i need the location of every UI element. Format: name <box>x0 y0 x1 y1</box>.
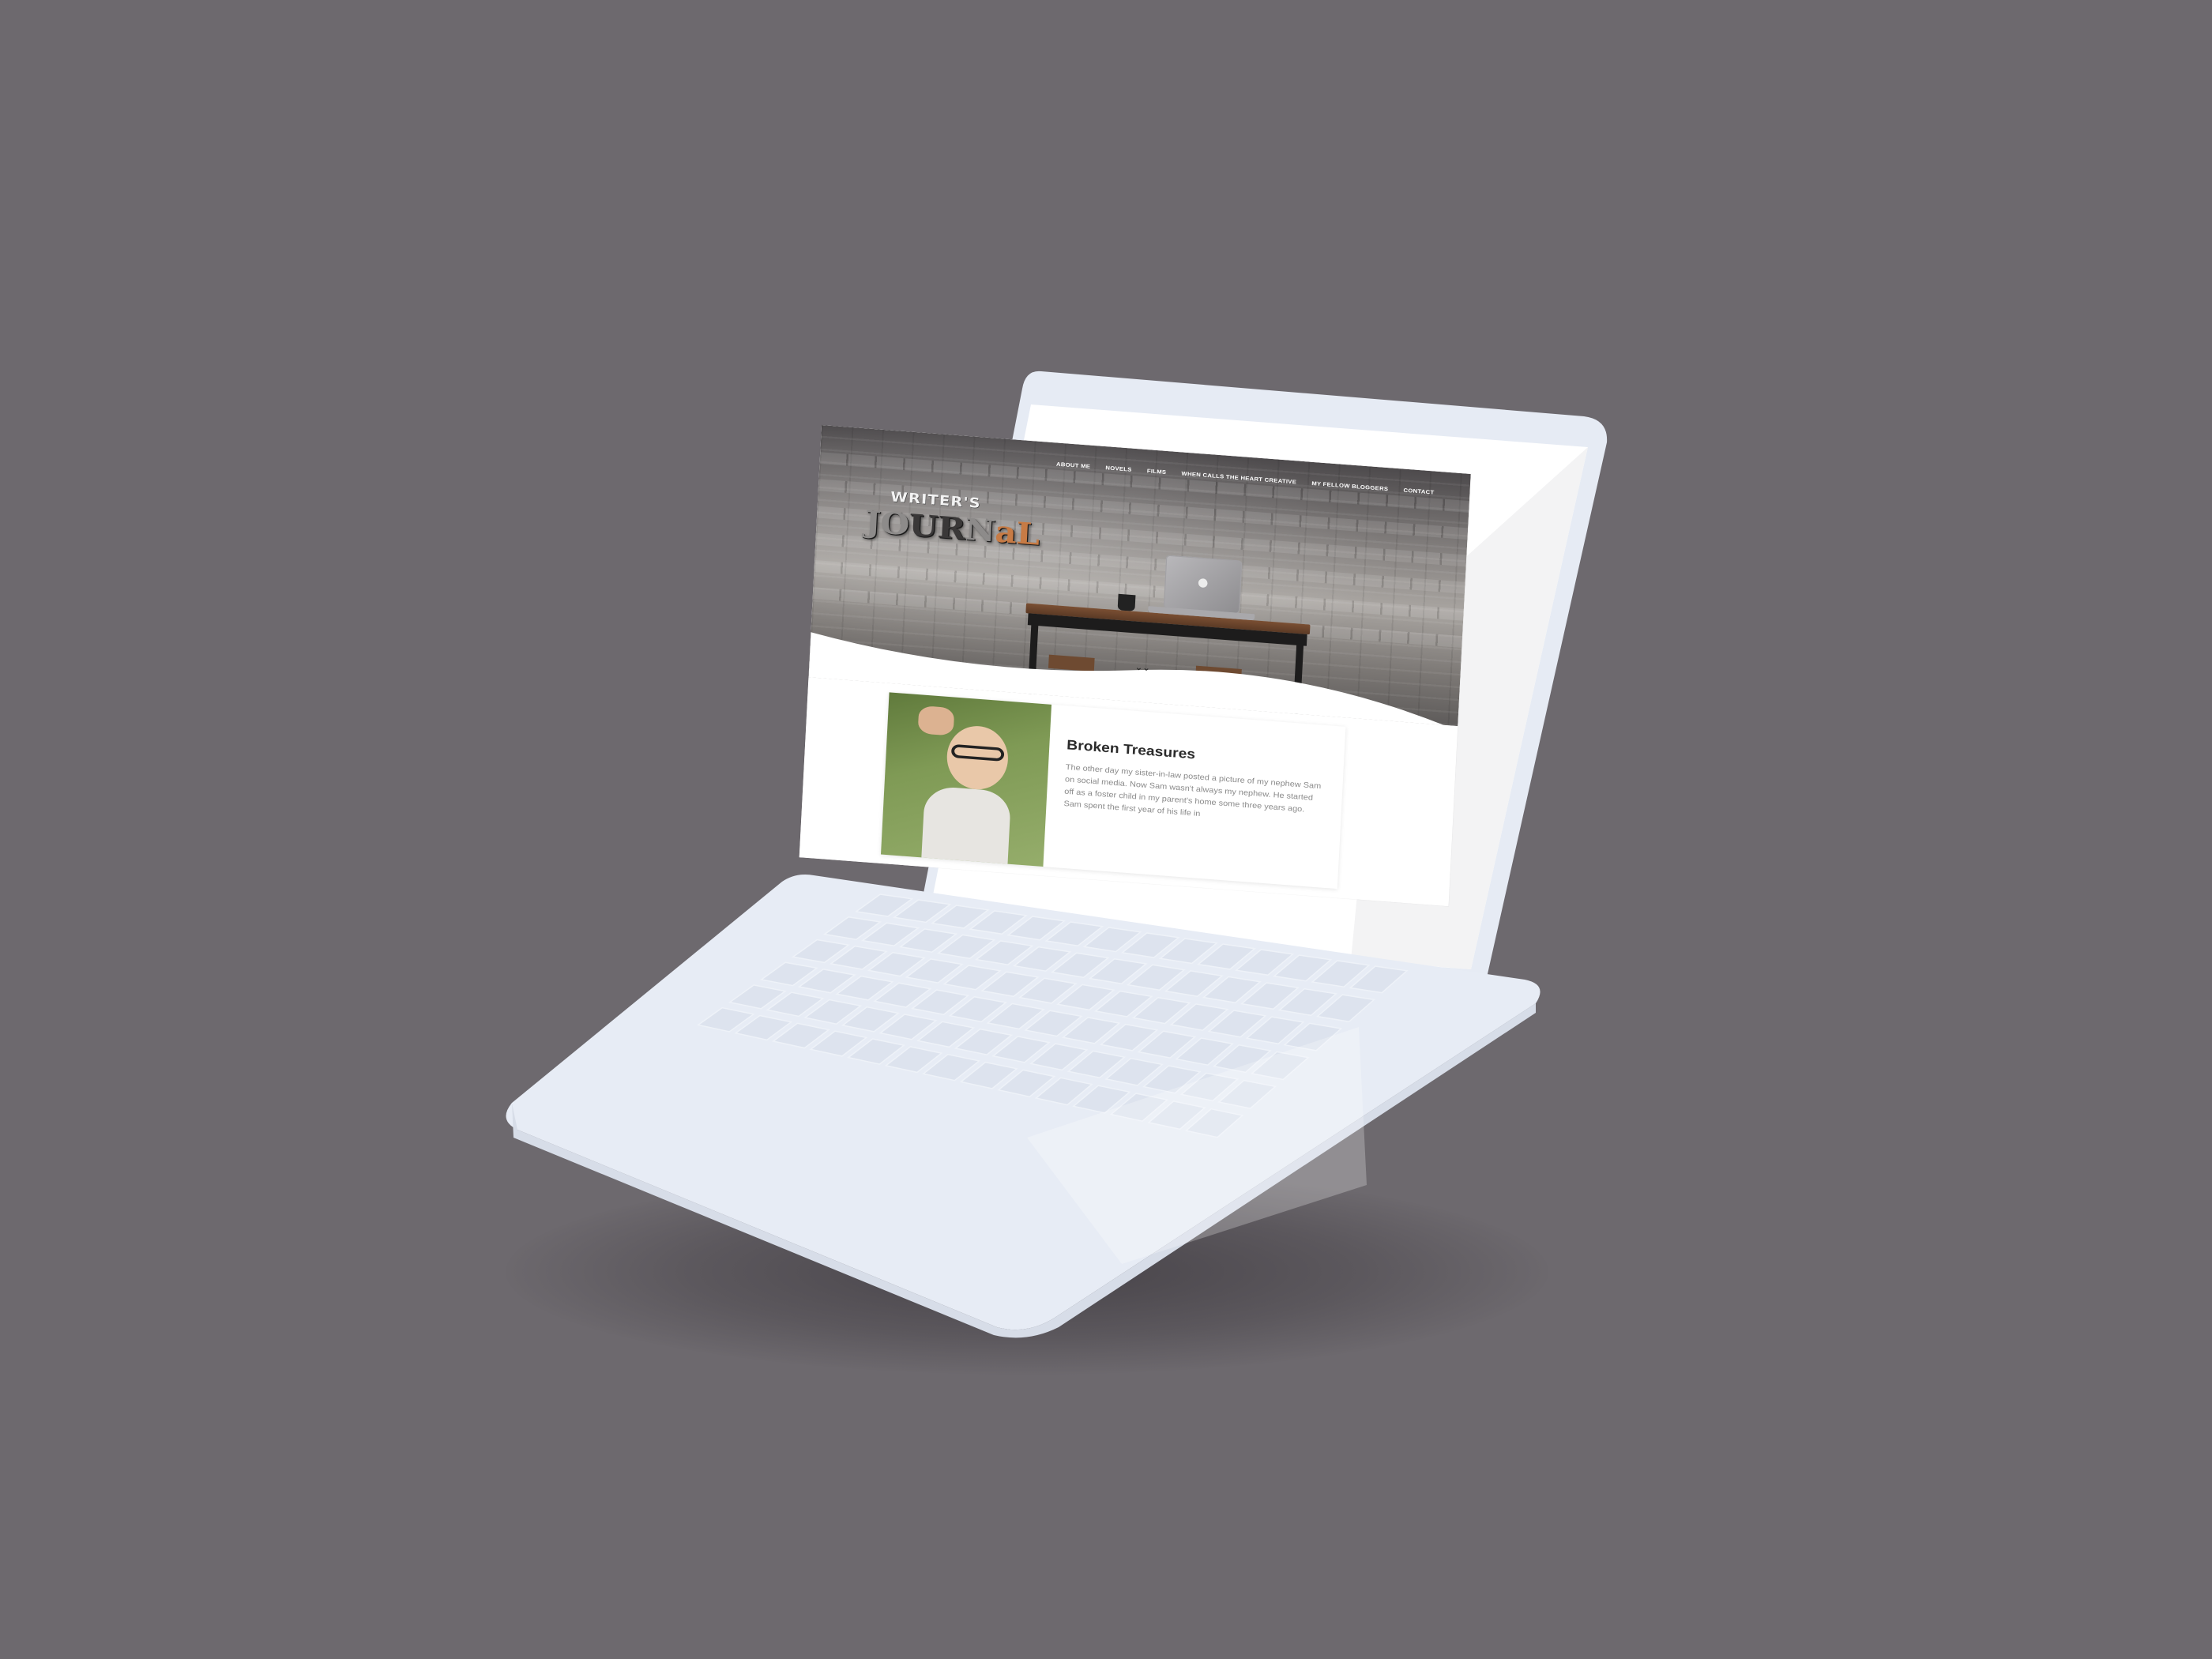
thumb-child-body <box>920 785 1012 867</box>
post-card[interactable]: Broken Treasures The other day my sister… <box>880 692 1346 890</box>
logo-letter-n: N <box>964 511 996 549</box>
post-thumbnail[interactable] <box>880 692 1052 867</box>
coffee-cup <box>1117 593 1136 611</box>
nav-item-novels[interactable]: NOVELS <box>1105 465 1132 472</box>
logo-letters-ur: UR <box>908 506 966 547</box>
nav-item-contact[interactable]: CONTACT <box>1403 487 1434 495</box>
logo-letter-j: J <box>863 503 882 540</box>
post-excerpt: The other day my sister-in-law posted a … <box>1063 762 1322 818</box>
hero-section: ABOUT ME NOVELS FILMS WHEN CALLS THE HEA… <box>808 425 1471 727</box>
logo-letters-al: aL <box>994 514 1040 552</box>
site-logo[interactable]: WRITER'S JOURNaL <box>863 487 1040 552</box>
logo-letter-o: O <box>879 505 910 543</box>
nav-item-about-me[interactable]: ABOUT ME <box>1056 461 1091 469</box>
website-screen: ABOUT ME NOVELS FILMS WHEN CALLS THE HEA… <box>799 425 1471 907</box>
mockup-stage: ABOUT ME NOVELS FILMS WHEN CALLS THE HEA… <box>0 0 2212 1659</box>
post-body: Broken Treasures The other day my sister… <box>1043 705 1345 889</box>
nav-item-films[interactable]: FILMS <box>1147 468 1167 476</box>
scroll-down-chevron-icon[interactable]: ⌄⌄ <box>1134 663 1150 673</box>
website-screen-wrap: ABOUT ME NOVELS FILMS WHEN CALLS THE HEA… <box>798 425 1471 992</box>
thumb-child-fist <box>917 705 955 736</box>
